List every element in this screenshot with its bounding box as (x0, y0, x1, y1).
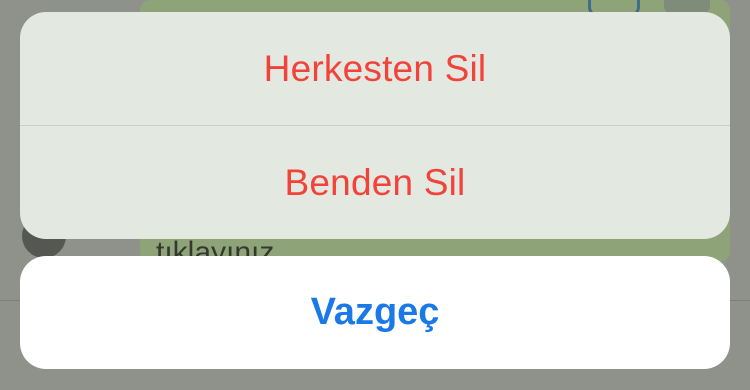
cancel-button[interactable]: Vazgeç (20, 256, 730, 369)
delete-for-everyone-button[interactable]: Herkesten Sil (20, 12, 730, 125)
action-sheet-options: Herkesten Sil Benden Sil (20, 12, 730, 239)
delete-for-me-button[interactable]: Benden Sil (20, 126, 730, 239)
